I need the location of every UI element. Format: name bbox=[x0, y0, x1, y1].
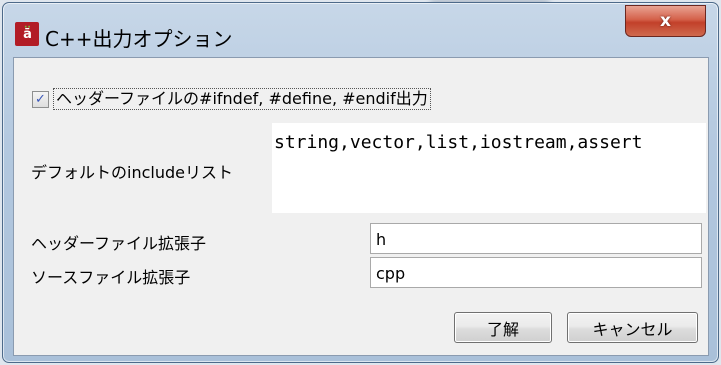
app-icon: ·· ā bbox=[15, 22, 39, 46]
ifndef-checkbox[interactable]: ✓ bbox=[32, 90, 49, 108]
checkmark-icon: ✓ bbox=[35, 91, 46, 107]
header-extension-field[interactable]: h bbox=[370, 223, 702, 254]
header-extension-label: ヘッダーファイル拡張子 bbox=[31, 234, 207, 253]
dialog-window: ·· ā C++出力オプション x ✓ ヘッダーファイルの#ifndef, #de… bbox=[2, 2, 719, 363]
source-extension-field[interactable]: cpp bbox=[370, 257, 702, 288]
cancel-button[interactable]: キャンセル bbox=[567, 312, 698, 343]
title-bar[interactable]: ·· ā C++出力オプション x bbox=[3, 3, 718, 57]
dialog-content: ✓ ヘッダーファイルの#ifndef, #define, #endif出力 デフ… bbox=[13, 57, 709, 356]
dialog-title: C++出力オプション bbox=[45, 27, 233, 51]
include-list-value: string,vector,list,iostream,assert bbox=[274, 132, 643, 153]
ok-button[interactable]: 了解 bbox=[454, 312, 552, 343]
ifndef-option-row: ✓ ヘッダーファイルの#ifndef, #define, #endif出力 bbox=[32, 88, 431, 110]
ifndef-checkbox-label[interactable]: ヘッダーファイルの#ifndef, #define, #endif出力 bbox=[53, 88, 431, 110]
include-list-textarea[interactable]: string,vector,list,iostream,assert bbox=[271, 122, 707, 214]
include-list-label: デフォルトのincludeリスト bbox=[31, 163, 233, 182]
close-button[interactable]: x bbox=[625, 5, 706, 37]
close-icon: x bbox=[660, 11, 671, 31]
source-extension-label: ソースファイル拡張子 bbox=[31, 268, 191, 287]
